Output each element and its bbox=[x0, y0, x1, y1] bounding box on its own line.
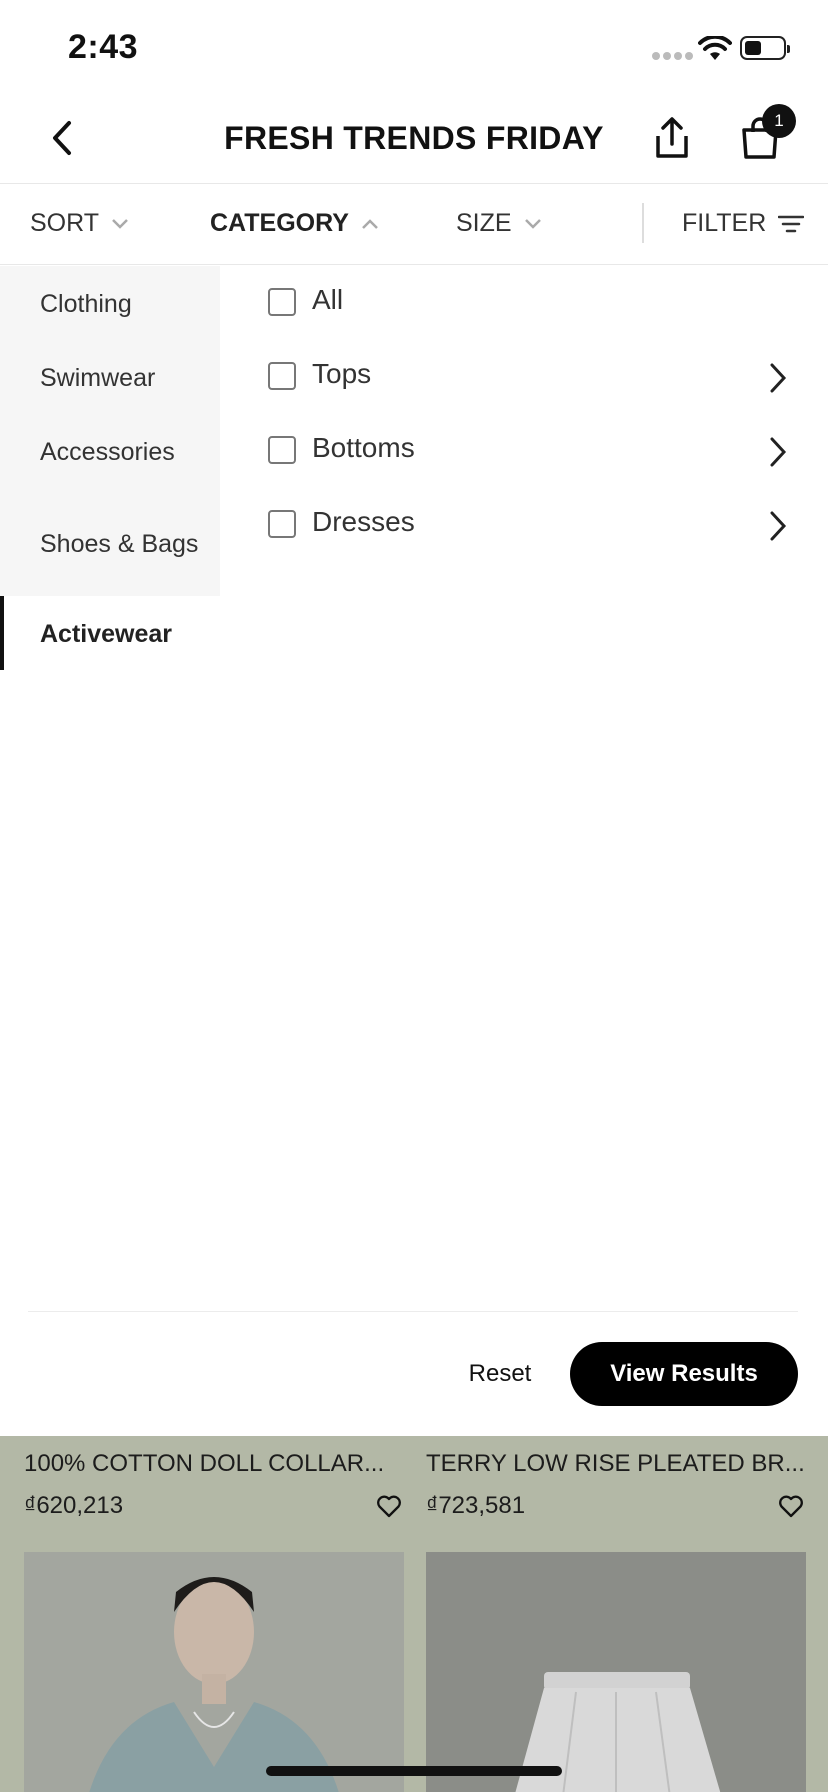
checkbox[interactable] bbox=[268, 510, 296, 538]
product-image[interactable] bbox=[426, 1552, 806, 1792]
model-photo bbox=[24, 1552, 404, 1792]
status-time: 2:43 bbox=[68, 28, 139, 66]
chevron-down-icon bbox=[112, 218, 128, 229]
filter-label: FILTER bbox=[682, 209, 767, 237]
category-item-label: Activewear bbox=[40, 620, 173, 648]
sort-label: SORT bbox=[30, 209, 99, 237]
wifi-icon bbox=[698, 36, 732, 60]
chevron-down-icon bbox=[524, 218, 541, 229]
product-name: TERRY LOW RISE PLEATED BR... bbox=[426, 1450, 805, 1477]
product-grid: 100% COTTON DOLL COLLAR... ₫620,213 TERR… bbox=[0, 1436, 828, 1792]
product-price: ₫723,581 bbox=[426, 1492, 526, 1519]
option-label: Dresses bbox=[312, 506, 415, 537]
filter-lines-icon bbox=[778, 215, 805, 232]
option-label: Bottoms bbox=[312, 432, 415, 463]
view-results-button[interactable]: View Results bbox=[570, 1342, 798, 1406]
chevron-right-icon[interactable] bbox=[768, 510, 788, 542]
option-label: All bbox=[312, 284, 344, 315]
chevron-right-icon[interactable] bbox=[768, 362, 788, 394]
category-item-shoes-bags[interactable]: Shoes & Bags bbox=[40, 530, 198, 559]
size-dropdown[interactable]: SIZE bbox=[456, 209, 542, 238]
chevron-right-icon[interactable] bbox=[768, 436, 788, 468]
option-tops[interactable]: Tops bbox=[268, 348, 788, 408]
option-bottoms[interactable]: Bottoms bbox=[268, 422, 788, 482]
category-item-activewear[interactable]: Activewear bbox=[0, 596, 220, 670]
skirt-photo bbox=[426, 1552, 806, 1792]
category-item-clothing[interactable]: Clothing bbox=[40, 290, 132, 319]
reset-button[interactable]: Reset bbox=[440, 1342, 560, 1406]
category-item-swimwear[interactable]: Swimwear bbox=[40, 364, 155, 393]
status-bar: 2:43 bbox=[0, 0, 828, 96]
heart-icon[interactable] bbox=[376, 1494, 402, 1518]
size-label: SIZE bbox=[456, 209, 512, 237]
chevron-up-icon bbox=[362, 218, 378, 229]
category-label: CATEGORY bbox=[210, 209, 349, 237]
product-image[interactable] bbox=[24, 1552, 404, 1792]
share-button[interactable] bbox=[648, 114, 696, 162]
battery-icon bbox=[740, 36, 790, 60]
heart-icon[interactable] bbox=[778, 1494, 804, 1518]
cellular-signal-icon bbox=[652, 52, 693, 60]
active-indicator bbox=[0, 596, 4, 670]
product-name: 100% COTTON DOLL COLLAR... bbox=[24, 1450, 385, 1477]
checkbox[interactable] bbox=[268, 362, 296, 390]
category-item-accessories[interactable]: Accessories bbox=[40, 438, 175, 467]
divider bbox=[642, 203, 644, 243]
product-price: ₫620,213 bbox=[24, 1492, 124, 1519]
divider bbox=[28, 1311, 798, 1312]
top-header: FRESH TRENDS FRIDAY bbox=[0, 96, 828, 184]
option-dresses[interactable]: Dresses bbox=[268, 496, 788, 556]
home-indicator bbox=[266, 1766, 562, 1776]
sort-dropdown[interactable]: SORT bbox=[30, 209, 129, 238]
option-label: Tops bbox=[312, 358, 372, 389]
category-sidebar: Clothing Swimwear Accessories Shoes & Ba… bbox=[0, 266, 220, 596]
option-all[interactable]: All bbox=[268, 274, 788, 334]
checkbox[interactable] bbox=[268, 288, 296, 316]
category-dropdown[interactable]: CATEGORY bbox=[210, 209, 379, 238]
page-title: FRESH TRENDS FRIDAY bbox=[224, 120, 604, 156]
checkbox[interactable] bbox=[268, 436, 296, 464]
filter-button[interactable]: FILTER bbox=[682, 209, 805, 238]
cart-count-badge: 1 bbox=[762, 104, 796, 138]
share-icon bbox=[656, 117, 688, 158]
filter-bar: SORT CATEGORY SIZE FILTER bbox=[0, 185, 828, 265]
